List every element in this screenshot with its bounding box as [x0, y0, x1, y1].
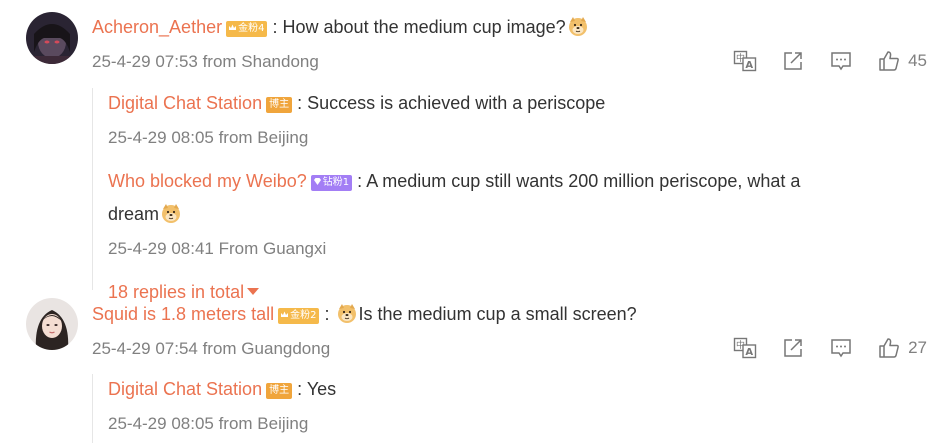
diamond-icon — [313, 176, 322, 185]
reply-thread: Digital Chat Station 博主 : Success is achi… — [92, 88, 800, 302]
doge-emoji-icon — [160, 202, 182, 224]
username-link[interactable]: Squid is 1.8 meters tall — [92, 304, 274, 324]
comment-text: Is the medium cup a small screen? — [358, 304, 637, 324]
reply-meta: 25-4-29 08:41 From Guangxi — [108, 239, 327, 258]
comment-button[interactable] — [828, 48, 854, 74]
reply-line: Digital Chat Station 博主 : Success is achi… — [108, 91, 605, 115]
fan-badge-label: 金粉4 — [238, 23, 265, 34]
reply-text-continued: dream — [108, 204, 160, 224]
fan-badge-label: 金粉2 — [290, 310, 317, 321]
share-icon — [784, 339, 802, 357]
comment-text: How about the medium cup image? — [282, 17, 566, 37]
share-button[interactable] — [780, 48, 806, 74]
fan-badge[interactable]: 金粉4 — [226, 21, 268, 37]
reply-text: Yes — [306, 379, 337, 399]
share-button[interactable] — [780, 335, 806, 361]
thumbs-up-icon — [879, 51, 899, 71]
comment-icon — [831, 52, 851, 71]
thumbs-up-icon — [879, 338, 899, 358]
separator: : — [297, 93, 303, 113]
reply-line: Digital Chat Station 博主 : Yes — [108, 377, 336, 401]
reply-meta: 25-4-29 08:05 from Beijing — [108, 128, 309, 147]
doge-emoji-icon — [567, 15, 589, 37]
comment-item: Acheron_Aether 金粉4 : How about the medium… — [0, 0, 947, 302]
translate-icon: 中 A — [733, 337, 757, 359]
reply-meta: 25-4-29 08:05 from Beijing — [108, 414, 309, 433]
crown-icon — [280, 309, 289, 318]
comment-item: Squid is 1.8 meters tall 金粉2 : Is the med… — [0, 290, 947, 443]
comment-actions: 中 A 27 — [710, 335, 927, 361]
host-badge: 博主 — [266, 97, 293, 113]
username-link[interactable]: Digital Chat Station — [108, 93, 262, 113]
username-link[interactable]: Digital Chat Station — [108, 379, 262, 399]
reply-text: A medium cup still wants 200 million per… — [366, 171, 801, 191]
reply-thread: Digital Chat Station 博主 : Yes 25-4-29 08:… — [92, 374, 336, 443]
crown-icon — [228, 22, 237, 31]
like-count: 27 — [908, 338, 927, 357]
fan-badge-label: 钻粉1 — [322, 177, 350, 188]
username-link[interactable]: Acheron_Aether — [92, 17, 222, 37]
comment-line: Acheron_Aether 金粉4 : How about the medium… — [92, 15, 590, 39]
svg-text:A: A — [745, 347, 753, 358]
doge-emoji-icon — [336, 302, 358, 324]
reply-line: Who blocked my Weibo? 钻粉1 : A medium cup … — [108, 169, 800, 193]
translate-icon: 中 A — [733, 50, 757, 72]
svg-text:A: A — [745, 60, 753, 71]
comment-line: Squid is 1.8 meters tall 金粉2 : Is the med… — [92, 302, 637, 326]
separator: : — [324, 304, 330, 324]
translate-button[interactable]: 中 A — [732, 48, 758, 74]
host-badge: 博主 — [266, 383, 293, 399]
comment-meta: 25-4-29 07:54 from Guangdong — [92, 339, 331, 358]
like-button[interactable] — [876, 48, 902, 74]
comment-icon — [831, 339, 851, 358]
separator: : — [272, 17, 278, 37]
like-count: 45 — [908, 51, 927, 70]
separator: : — [357, 171, 363, 191]
reply-text: Success is achieved with a periscope — [307, 93, 606, 113]
comment-actions: 中 A 45 — [710, 48, 927, 74]
comment-button[interactable] — [828, 335, 854, 361]
avatar[interactable] — [26, 298, 78, 350]
comment-meta: 25-4-29 07:53 from Shandong — [92, 52, 319, 71]
avatar[interactable] — [26, 12, 78, 64]
fan-badge[interactable]: 金粉2 — [278, 308, 320, 324]
username-link[interactable]: Who blocked my Weibo? — [108, 171, 307, 191]
separator: : — [297, 379, 303, 399]
fan-badge[interactable]: 钻粉1 — [310, 175, 353, 191]
reply-line-continued: dream — [108, 202, 183, 226]
like-button[interactable] — [876, 335, 902, 361]
share-icon — [784, 52, 802, 70]
translate-button[interactable]: 中 A — [732, 335, 758, 361]
